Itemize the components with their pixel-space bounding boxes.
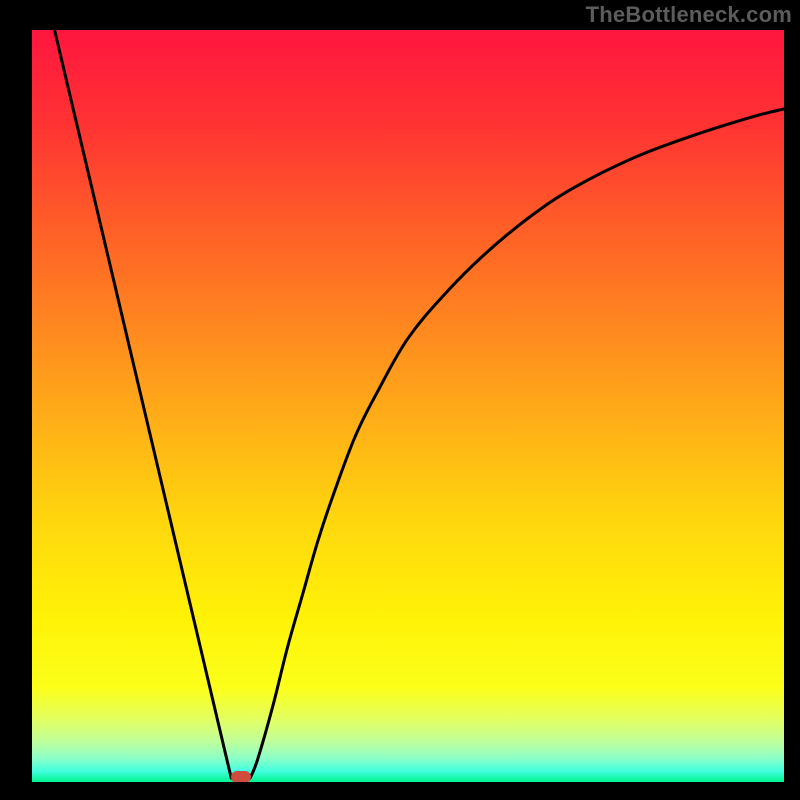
optimal-point-marker	[231, 771, 251, 782]
series-left-line	[55, 30, 232, 778]
series-right-curve	[250, 109, 784, 778]
bottleneck-curve	[32, 30, 784, 782]
watermark-text: TheBottleneck.com	[586, 2, 792, 28]
plot-area	[32, 30, 784, 782]
chart-root: TheBottleneck.com	[0, 0, 800, 800]
